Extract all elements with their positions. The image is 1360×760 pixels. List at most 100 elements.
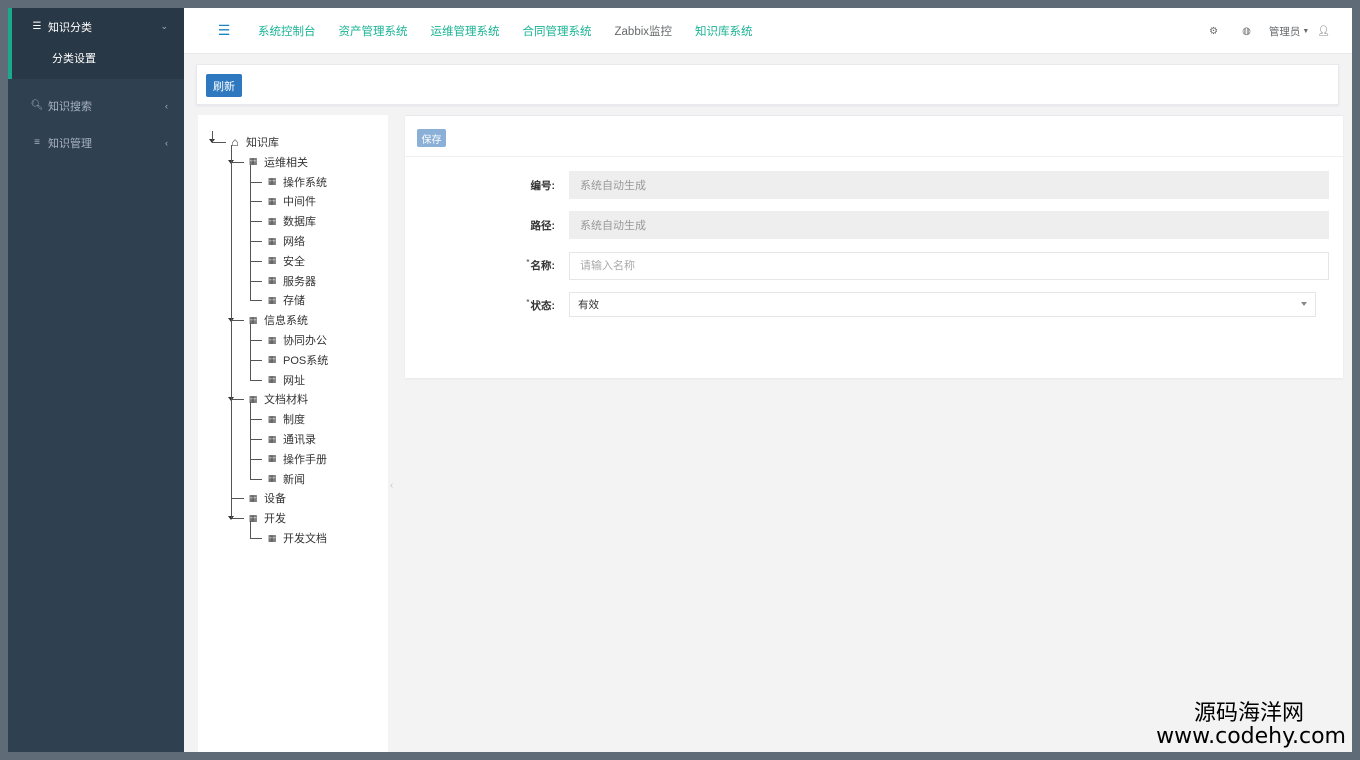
path-field[interactable] xyxy=(569,211,1329,239)
category-tree: ⌂ 知识库 ▦ 运维相关 ▦ 操作系统 ▦ 中间件 ▦ 数据库 ▦ 网络 ▦ 安全 ▦ 服务器 ▦ 存储 ▦ 信息系统… xyxy=(198,115,388,752)
tree-node-label: 网址 xyxy=(283,374,305,387)
name-label: *名称: xyxy=(495,258,555,273)
status-select-value: 有效 xyxy=(578,299,599,311)
grid-icon: ▦ xyxy=(267,413,277,424)
tree-connector xyxy=(250,458,262,460)
topnav-link-ops[interactable]: 运维管理系统 xyxy=(431,23,500,39)
watermark-line2: www.codehy.com xyxy=(1156,723,1346,749)
tree-connector xyxy=(231,498,244,500)
tree-node-label: 通讯录 xyxy=(283,434,316,446)
tree-node-leaf[interactable]: ▦ 协同办公 xyxy=(265,331,327,349)
topnav-link-asset[interactable]: 资产管理系统 xyxy=(339,23,408,39)
sidebar-subitem-category-settings[interactable]: 分类设置 xyxy=(12,45,184,73)
tree-connector xyxy=(250,300,262,302)
tree-node-leaf[interactable]: ▦ 存储 xyxy=(265,291,305,309)
grid-icon: ▦ xyxy=(267,433,277,444)
tree-node-group[interactable]: ▦ 信息系统 xyxy=(246,311,308,329)
status-select[interactable]: 有效 xyxy=(569,292,1316,317)
grid-icon: ▦ xyxy=(267,275,277,286)
tree-node-label: 信息系统 xyxy=(264,315,308,328)
form-divider xyxy=(405,156,1343,157)
save-button[interactable]: 保存 xyxy=(417,129,446,147)
status-label-text: 状态: xyxy=(530,300,556,312)
sidebar-item-label: 知识分类 xyxy=(48,21,92,34)
chevron-down-icon: ⌄ xyxy=(160,21,168,31)
tree-node-leaf[interactable]: ▦ POS系统 xyxy=(265,351,329,369)
tree-node-group[interactable]: ▦ 运维相关 xyxy=(246,153,308,171)
tree-node-leaf[interactable]: ▦ 操作手册 xyxy=(265,450,327,468)
watermark: 源码海洋网 www.codehy.com xyxy=(1156,702,1346,748)
grid-icon: ▦ xyxy=(267,473,277,484)
tree-node-leaf[interactable]: ▦ 制度 xyxy=(265,410,305,428)
tree-node-leaf[interactable]: ▦ 网络 xyxy=(265,232,305,250)
grid-icon: ▦ xyxy=(267,195,277,206)
tree-connector xyxy=(250,201,262,203)
collapse-handle-icon[interactable]: ‹ xyxy=(390,480,393,491)
category-form: 保存 编号: 路径: *名称: *状态: 有效 xyxy=(405,115,1343,378)
tree-node-group[interactable]: ▦ 设备 xyxy=(246,489,286,507)
grid-icon: ▦ xyxy=(267,215,277,226)
tree-node-label: 开发文档 xyxy=(283,533,327,545)
tree-connector xyxy=(250,340,262,341)
topnav-link-knowledge[interactable]: 知识库系统 xyxy=(695,23,753,39)
grid-icon: ▦ xyxy=(267,176,277,187)
sidebar-item-knowledge-category[interactable]: ☰ 知识分类 ⌄ xyxy=(8,8,184,45)
tree-node-label: 操作系统 xyxy=(283,176,327,189)
tree-node-label: 安全 xyxy=(283,255,305,268)
sidebar: ☰ 知识分类 ⌄ 分类设置 🔍︎ 知识搜索 ‹ ≡ 知识管理 ‹ xyxy=(8,8,184,752)
tree-connector xyxy=(250,359,262,361)
sidebar-item-knowledge-management[interactable]: ≡ 知识管理 ‹ xyxy=(8,124,184,161)
tree-node-leaf[interactable]: ▦ 新闻 xyxy=(265,470,305,488)
sidebar-item-knowledge-search[interactable]: 🔍︎ 知识搜索 ‹ xyxy=(8,87,184,124)
user-icon: 👤︎ xyxy=(1317,25,1330,37)
tree-node-label: 运维相关 xyxy=(264,156,308,169)
topnav-link-console[interactable]: 系统控制台 xyxy=(258,23,316,39)
caret-down-icon: ▼ xyxy=(1302,27,1310,35)
path-label: 路径: xyxy=(530,220,556,232)
tree-node-leaf[interactable]: ▦ 开发文档 xyxy=(265,529,327,547)
globe-icon[interactable]: ◍ xyxy=(1242,26,1251,37)
tree-node-leaf[interactable]: ▦ 数据库 xyxy=(265,212,316,230)
tree-node-label: POS系统 xyxy=(283,354,329,367)
watermark-line1: 源码海洋网 xyxy=(1193,700,1304,726)
topnav-link-zabbix[interactable]: Zabbix监控 xyxy=(615,23,673,39)
tree-node-root[interactable]: ⌂ 知识库 xyxy=(228,133,279,151)
grid-icon: ▦ xyxy=(248,393,258,404)
settings-icon[interactable]: ⚙ xyxy=(1209,26,1218,37)
tree-node-leaf[interactable]: ▦ 中间件 xyxy=(265,192,316,210)
required-marker: * xyxy=(526,298,530,307)
tree-node-leaf[interactable]: ▦ 安全 xyxy=(265,252,305,270)
grid-icon: ▦ xyxy=(267,374,277,385)
tree-connector xyxy=(250,439,262,440)
refresh-button[interactable]: 刷新 xyxy=(206,74,242,97)
tree-node-leaf[interactable]: ▦ 操作系统 xyxy=(265,173,327,191)
tree-node-label: 数据库 xyxy=(283,216,316,229)
grid-icon: ▦ xyxy=(267,334,277,345)
grid-icon: ▦ xyxy=(267,532,277,543)
tree-connector xyxy=(250,221,262,223)
grid-icon: ▦ xyxy=(248,492,258,503)
tree-node-label: 中间件 xyxy=(283,196,316,209)
tree-node-group[interactable]: ▦ 文档材料 xyxy=(246,390,308,408)
tree-node-leaf[interactable]: ▦ 通讯录 xyxy=(265,430,316,448)
menu-icon: ≡ xyxy=(34,137,40,148)
tree-connector xyxy=(250,521,251,538)
grid-icon: ▦ xyxy=(248,512,258,523)
name-field[interactable] xyxy=(569,252,1329,280)
tree-node-label: 网络 xyxy=(283,236,305,248)
tree-connector xyxy=(250,323,251,380)
tree-node-label: 设备 xyxy=(264,493,286,506)
grid-icon: ▦ xyxy=(267,294,277,305)
code-field[interactable] xyxy=(569,171,1329,199)
tree-node-label: 操作手册 xyxy=(283,453,327,466)
tree-node-label: 服务器 xyxy=(283,275,316,288)
tree-node-label: 制度 xyxy=(283,414,305,427)
topnav-link-contract[interactable]: 合同管理系统 xyxy=(523,23,592,39)
tree-node-group[interactable]: ▦ 开发 xyxy=(246,509,286,527)
menu-toggle-icon[interactable]: ☰ xyxy=(212,22,236,39)
grid-icon: ▦ xyxy=(267,255,277,266)
tree-node-leaf[interactable]: ▦ 服务器 xyxy=(265,272,316,290)
user-menu[interactable]: 管理员 ▼ 👤︎ xyxy=(1269,24,1330,39)
tree-node-leaf[interactable]: ▦ 网址 xyxy=(265,371,305,389)
tree-connector xyxy=(250,260,262,262)
